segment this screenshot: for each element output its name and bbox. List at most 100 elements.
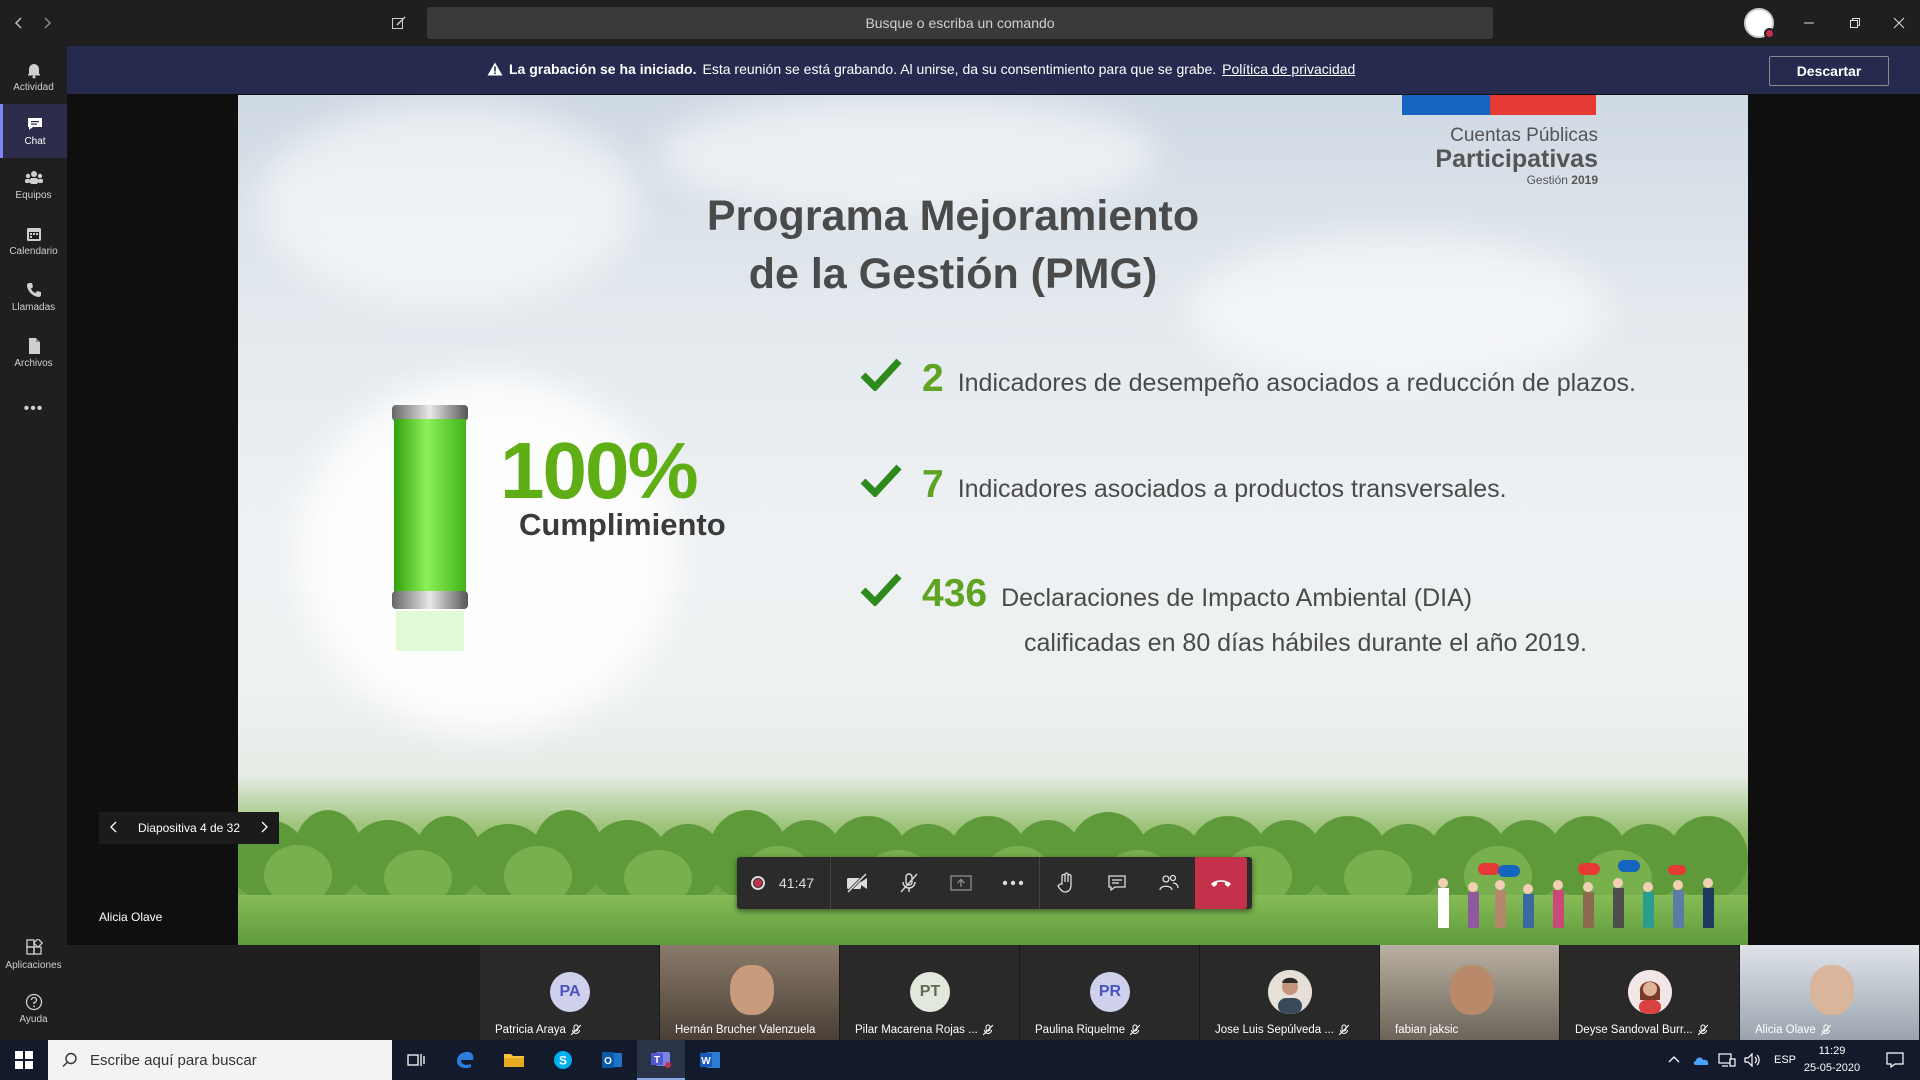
taskbar-teams[interactable]: T: [637, 1040, 685, 1080]
rail-item-aplicaciones[interactable]: Aplicaciones: [0, 928, 67, 982]
title-bar: Busque o escriba un comando: [0, 0, 1920, 46]
bullet-text: Declaraciones de Impacto Ambiental (DIA): [1001, 584, 1473, 612]
taskbar-edge[interactable]: [441, 1040, 489, 1080]
chevron-right-icon: [261, 821, 268, 832]
back-arrow-icon[interactable]: [6, 10, 32, 36]
more-apps-button[interactable]: •••: [0, 382, 67, 436]
network-icon[interactable]: [1718, 1053, 1736, 1067]
participant-video: [1810, 965, 1854, 1015]
taskbar-outlook[interactable]: O: [588, 1040, 636, 1080]
rail-item-calendario[interactable]: Calendario: [0, 214, 67, 268]
rail-item-actividad[interactable]: Actividad: [0, 50, 67, 104]
participant-name-text: Alicia Olave: [1755, 1024, 1816, 1036]
participant-tile[interactable]: Deyse Sandoval Burr...: [1560, 945, 1740, 1040]
notifications-button[interactable]: [1871, 1040, 1919, 1080]
recording-title: La grabación se ha iniciado.: [509, 61, 697, 77]
language-indicator[interactable]: ESP: [1774, 1054, 1796, 1066]
close-icon[interactable]: [1876, 8, 1920, 38]
previous-slide-button[interactable]: [109, 821, 119, 836]
camera-toggle-button[interactable]: [831, 857, 883, 909]
taskbar-search-input[interactable]: Escribe aquí para buscar: [48, 1040, 392, 1080]
bullet-number: 7: [922, 463, 944, 506]
teams-icon: [24, 171, 43, 184]
mic-muted-icon: [1697, 1024, 1708, 1036]
check-icon: [860, 573, 902, 606]
bullet-text-continued: calificadas en 80 días hábiles durante e…: [1024, 629, 1587, 657]
mic-muted-icon: [1820, 1024, 1831, 1036]
mic-muted-icon: [570, 1024, 581, 1036]
chat-icon: [1108, 875, 1126, 892]
system-tray: ESP: [1668, 1040, 1796, 1080]
participant-tile[interactable]: PT Pilar Macarena Rojas ...: [840, 945, 1020, 1040]
participant-name-text: Deyse Sandoval Burr...: [1575, 1024, 1693, 1036]
svg-text:T: T: [654, 1055, 660, 1066]
participant-name: Paulina Riquelme: [1035, 1024, 1141, 1036]
brand-line1: Cuentas Públicas: [1450, 125, 1598, 146]
restore-icon[interactable]: [1832, 8, 1878, 38]
check-icon: [860, 464, 902, 497]
calendar-icon: [26, 228, 41, 241]
help-icon: [25, 993, 42, 1011]
recording-text: Esta reunión se está grabando. Al unirse…: [702, 61, 1217, 77]
participant-name-text: Hernán Brucher Valenzuela: [675, 1024, 816, 1036]
chat-icon: [28, 118, 42, 130]
participant-name-text: Jose Luis Sepúlveda ...: [1215, 1024, 1334, 1036]
microphone-toggle-button[interactable]: [883, 857, 935, 909]
minimize-icon[interactable]: [1786, 8, 1832, 38]
more-actions-button[interactable]: [987, 857, 1039, 909]
svg-text:O: O: [604, 1056, 612, 1067]
participant-name-text: Patricia Araya: [495, 1024, 566, 1036]
next-slide-button[interactable]: [259, 821, 269, 836]
participant-name-text: Pilar Macarena Rojas ...: [855, 1024, 978, 1036]
taskbar-file-explorer[interactable]: [490, 1040, 538, 1080]
mic-muted-icon: [1338, 1024, 1349, 1036]
rail-item-llamadas[interactable]: Llamadas: [0, 270, 67, 324]
participant-tile[interactable]: Alicia Olave: [1740, 945, 1920, 1040]
clock-time: 11:29: [1818, 1045, 1846, 1057]
taskbar-skype[interactable]: S: [539, 1040, 587, 1080]
dismiss-button[interactable]: Descartar: [1769, 56, 1889, 86]
compose-icon[interactable]: [386, 10, 412, 36]
rail-item-chat[interactable]: Chat: [0, 104, 67, 158]
user-avatar[interactable]: [1744, 8, 1775, 39]
participant-name: Deyse Sandoval Burr...: [1575, 1024, 1708, 1036]
bullet-item: 2 Indicadores de desempeño asociados a r…: [860, 357, 1636, 401]
avatar: PT: [910, 972, 950, 1012]
brand-year: 2019: [1571, 173, 1598, 187]
mic-muted-icon: [982, 1024, 993, 1036]
command-search-input[interactable]: Busque o escriba un comando: [427, 7, 1493, 39]
share-screen-button[interactable]: [935, 857, 987, 909]
show-participants-button[interactable]: [1143, 857, 1195, 909]
recording-banner: La grabación se ha iniciado. Esta reunió…: [67, 46, 1920, 94]
rail-item-equipos[interactable]: Equipos: [0, 158, 67, 212]
show-conversation-button[interactable]: [1091, 857, 1143, 909]
start-button[interactable]: [0, 1040, 48, 1080]
teams-app-icon: T: [651, 1052, 671, 1068]
privacy-policy-link[interactable]: Política de privacidad: [1222, 61, 1355, 77]
cloud: [258, 105, 638, 305]
participant-tile[interactable]: PR Paulina Riquelme: [1020, 945, 1200, 1040]
chevron-up-icon[interactable]: [1668, 1055, 1680, 1065]
participant-tile[interactable]: Hernán Brucher Valenzuela: [660, 945, 840, 1040]
check-icon: [860, 358, 902, 391]
rail-item-archivos[interactable]: Archivos: [0, 326, 67, 380]
task-view-button[interactable]: [392, 1040, 440, 1080]
onedrive-icon[interactable]: [1692, 1054, 1710, 1066]
participant-tile[interactable]: Jose Luis Sepúlveda ...: [1200, 945, 1380, 1040]
bullet-item: 7 Indicadores asociados a productos tran…: [860, 463, 1507, 507]
taskbar-word[interactable]: W: [686, 1040, 734, 1080]
participant-video: [730, 965, 774, 1015]
raise-hand-button[interactable]: [1039, 857, 1091, 909]
clock[interactable]: 11:29 25-05-2020: [1797, 1043, 1867, 1077]
volume-icon[interactable]: [1744, 1053, 1762, 1067]
forward-arrow-icon[interactable]: [34, 10, 60, 36]
participant-tile[interactable]: fabian jaksic: [1380, 945, 1560, 1040]
rail-item-ayuda[interactable]: Ayuda: [0, 982, 67, 1036]
rail-label: Llamadas: [11, 302, 56, 313]
windows-icon: [15, 1051, 33, 1069]
participant-video: [1450, 965, 1494, 1015]
participant-name: Patricia Araya: [495, 1024, 581, 1036]
bullet-text: Indicadores de desempeño asociados a red…: [957, 369, 1636, 397]
hang-up-button[interactable]: [1195, 857, 1248, 909]
participant-tile[interactable]: PA Patricia Araya: [480, 945, 660, 1040]
